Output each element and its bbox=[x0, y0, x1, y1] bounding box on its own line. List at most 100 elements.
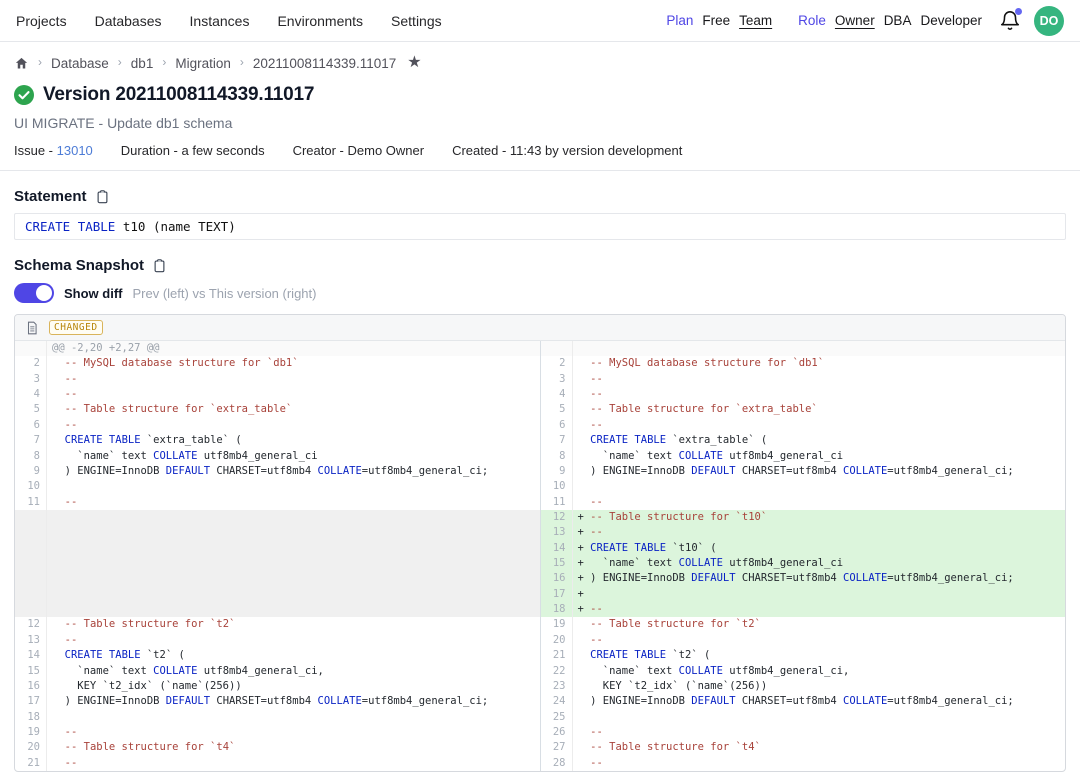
line-number: 4 bbox=[15, 387, 47, 402]
line-code: -- Table structure for `extra_table` bbox=[573, 402, 1066, 417]
diff-line: 5 -- Table structure for `extra_table` bbox=[15, 402, 540, 417]
diff-line: 11 -- bbox=[541, 495, 1066, 510]
diff-line: 22 `name` text COLLATE utf8mb4_general_c… bbox=[541, 664, 1066, 679]
diff-line: 25 bbox=[541, 710, 1066, 725]
version-subtitle: UI MIGRATE - Update db1 schema bbox=[14, 115, 1066, 131]
statement-heading: Statement bbox=[14, 188, 87, 205]
breadcrumb-item[interactable]: 20211008114339.11017 bbox=[253, 56, 396, 71]
line-number: 15 bbox=[15, 664, 47, 679]
copy-snapshot-icon[interactable] bbox=[152, 258, 167, 274]
line-number: 19 bbox=[541, 617, 573, 632]
diff-line: @@ -2,20 +2,27 @@ bbox=[15, 341, 540, 356]
diff-column-current[interactable]: 2 -- MySQL database structure for `db1`3… bbox=[541, 341, 1066, 771]
line-code: `name` text COLLATE utf8mb4_general_ci, bbox=[47, 664, 540, 679]
diff-line: 24 ) ENGINE=InnoDB DEFAULT CHARSET=utf8m… bbox=[541, 694, 1066, 709]
created-field: Created - 11:43 by version development bbox=[452, 143, 682, 158]
line-code: KEY `t2_idx` (`name`(256)) bbox=[573, 679, 1066, 694]
diff-line: 3 -- bbox=[541, 372, 1066, 387]
role-option-dba[interactable]: DBA bbox=[884, 13, 912, 28]
line-number: 12 bbox=[15, 617, 47, 632]
line-code: + CREATE TABLE `t10` ( bbox=[573, 541, 1066, 556]
plan-option-free[interactable]: Free bbox=[702, 13, 730, 28]
line-number: 18 bbox=[541, 602, 573, 617]
line-number: 16 bbox=[541, 571, 573, 586]
line-number: 2 bbox=[15, 356, 47, 371]
show-diff-label: Show diff bbox=[64, 286, 123, 301]
plan-link[interactable]: Plan bbox=[666, 13, 693, 28]
line-number: 18 bbox=[15, 710, 47, 725]
line-number: 27 bbox=[541, 740, 573, 755]
line-code: -- bbox=[573, 756, 1066, 771]
diff-line: 2 -- MySQL database structure for `db1` bbox=[541, 356, 1066, 371]
line-code: -- bbox=[573, 387, 1066, 402]
line-number: 26 bbox=[541, 725, 573, 740]
breadcrumb-item[interactable]: Migration bbox=[175, 56, 231, 71]
success-check-icon bbox=[14, 85, 34, 105]
breadcrumb: ›Database›db1›Migration›20211008114339.1… bbox=[14, 55, 1066, 71]
diff-line: 15 `name` text COLLATE utf8mb4_general_c… bbox=[15, 664, 540, 679]
statement-sql[interactable]: CREATE TABLE t10 (name TEXT) bbox=[14, 213, 1066, 240]
nav-item-databases[interactable]: Databases bbox=[95, 13, 162, 29]
diff-line: 15+ `name` text COLLATE utf8mb4_general_… bbox=[541, 556, 1066, 571]
notification-bell-icon[interactable] bbox=[999, 10, 1021, 32]
diff-line: 8 `name` text COLLATE utf8mb4_general_ci bbox=[541, 449, 1066, 464]
line-code: -- MySQL database structure for `db1` bbox=[573, 356, 1066, 371]
diff-line: 28 -- bbox=[541, 756, 1066, 771]
line-number: 5 bbox=[541, 402, 573, 417]
line-code: ) ENGINE=InnoDB DEFAULT CHARSET=utf8mb4 … bbox=[573, 464, 1066, 479]
diff-line: 8 `name` text COLLATE utf8mb4_general_ci bbox=[15, 449, 540, 464]
star-icon[interactable]: ★ bbox=[407, 55, 421, 71]
line-number: 20 bbox=[15, 740, 47, 755]
diff-column-prev[interactable]: @@ -2,20 +2,27 @@2 -- MySQL database str… bbox=[15, 341, 541, 771]
line-code: ) ENGINE=InnoDB DEFAULT CHARSET=utf8mb4 … bbox=[573, 694, 1066, 709]
diff-line bbox=[15, 541, 540, 556]
copy-statement-icon[interactable] bbox=[95, 189, 110, 205]
line-code: -- Table structure for `t2` bbox=[573, 617, 1066, 632]
breadcrumb-item[interactable]: Database bbox=[51, 56, 109, 71]
role-link[interactable]: Role bbox=[798, 13, 826, 28]
line-code: `name` text COLLATE utf8mb4_general_ci bbox=[47, 449, 540, 464]
nav-item-instances[interactable]: Instances bbox=[190, 13, 250, 29]
plan-option-team[interactable]: Team bbox=[739, 13, 772, 28]
diff-body: @@ -2,20 +2,27 @@2 -- MySQL database str… bbox=[15, 341, 1065, 771]
nav-item-environments[interactable]: Environments bbox=[277, 13, 363, 29]
line-code: + ) ENGINE=InnoDB DEFAULT CHARSET=utf8mb… bbox=[573, 571, 1066, 586]
user-avatar[interactable]: DO bbox=[1034, 6, 1064, 36]
line-number: 3 bbox=[15, 372, 47, 387]
line-code: -- bbox=[47, 418, 540, 433]
line-code bbox=[47, 587, 540, 602]
line-number bbox=[541, 341, 573, 356]
breadcrumb-item[interactable]: db1 bbox=[131, 56, 154, 71]
schema-diff-panel: CHANGED @@ -2,20 +2,27 @@2 -- MySQL data… bbox=[14, 314, 1066, 772]
nav-item-projects[interactable]: Projects bbox=[16, 13, 67, 29]
line-number bbox=[15, 587, 47, 602]
home-icon[interactable] bbox=[14, 56, 29, 71]
line-number: 8 bbox=[15, 449, 47, 464]
issue-link[interactable]: 13010 bbox=[57, 143, 93, 158]
role-option-owner[interactable]: Owner bbox=[835, 13, 875, 28]
line-code: -- Table structure for `t2` bbox=[47, 617, 540, 632]
show-diff-toggle[interactable] bbox=[14, 283, 54, 303]
diff-line: 21 -- bbox=[15, 756, 540, 771]
line-number: 5 bbox=[15, 402, 47, 417]
nav-right: Plan Free Team Role Owner DBA Developer … bbox=[666, 6, 1064, 36]
diff-line: 17+ bbox=[541, 587, 1066, 602]
line-code: -- Table structure for `t4` bbox=[47, 740, 540, 755]
changed-badge: CHANGED bbox=[49, 320, 103, 335]
diff-line bbox=[15, 556, 540, 571]
role-option-developer[interactable]: Developer bbox=[920, 13, 982, 28]
nav-item-settings[interactable]: Settings bbox=[391, 13, 442, 29]
line-number: 15 bbox=[541, 556, 573, 571]
diff-line: 11 -- bbox=[15, 495, 540, 510]
line-code: CREATE TABLE `extra_table` ( bbox=[573, 433, 1066, 448]
line-code: + -- Table structure for `t10` bbox=[573, 510, 1066, 525]
line-code: + -- bbox=[573, 602, 1066, 617]
diff-header: CHANGED bbox=[15, 315, 1065, 341]
line-code bbox=[47, 710, 540, 725]
line-number: 28 bbox=[541, 756, 573, 771]
line-number: 14 bbox=[541, 541, 573, 556]
diff-line: 12+ -- Table structure for `t10` bbox=[541, 510, 1066, 525]
line-code: -- bbox=[47, 725, 540, 740]
diff-line: 7 CREATE TABLE `extra_table` ( bbox=[541, 433, 1066, 448]
line-code: ) ENGINE=InnoDB DEFAULT CHARSET=utf8mb4 … bbox=[47, 694, 540, 709]
